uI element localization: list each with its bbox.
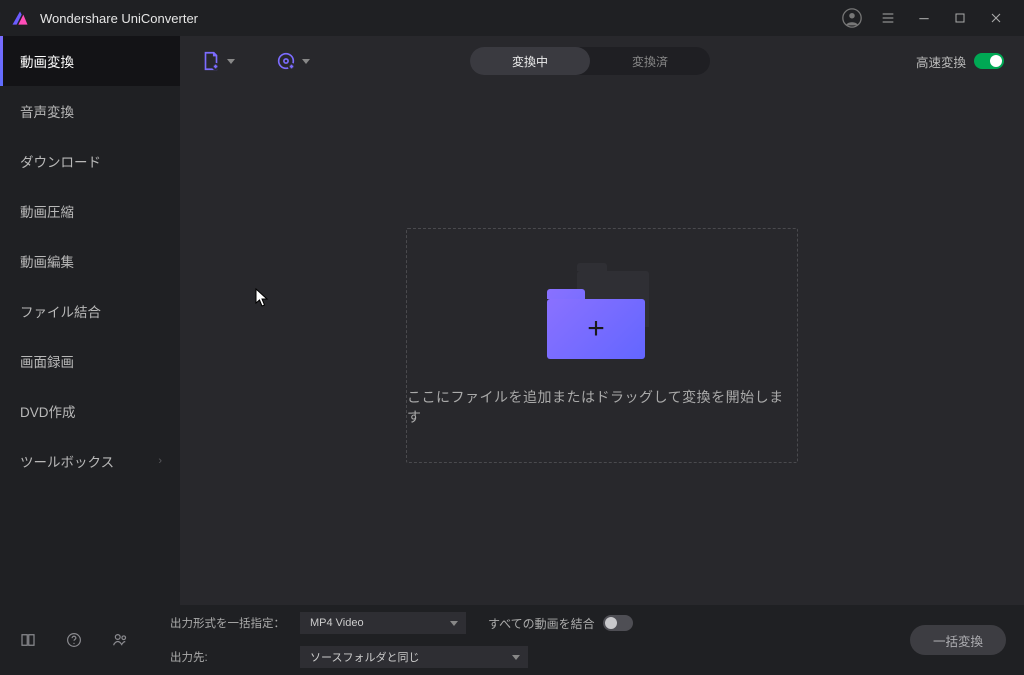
sidebar-item-label: 画面録画 <box>20 351 74 371</box>
chevron-right-icon: › <box>158 455 162 467</box>
sidebar-item-video-edit[interactable]: 動画編集 <box>0 236 180 286</box>
sidebar-item-label: 動画変換 <box>20 51 74 71</box>
sidebar-item-record[interactable]: 画面録画 <box>0 336 180 386</box>
share-icon[interactable] <box>110 630 130 650</box>
drop-instruction: ここにファイルを追加またはドラッグして変換を開始します <box>407 387 797 427</box>
sidebar-item-label: 動画編集 <box>20 251 74 271</box>
sidebar-item-label: 音声変換 <box>20 101 74 121</box>
output-format-label: 出力形式を一括指定： <box>170 615 300 631</box>
output-dest-label: 出力先: <box>170 649 300 665</box>
convert-all-button[interactable]: 一括変換 <box>910 625 1006 655</box>
sidebar-item-compress[interactable]: 動画圧縮 <box>0 186 180 236</box>
sidebar-item-audio-convert[interactable]: 音声変換 <box>0 86 180 136</box>
sidebar-item-merge[interactable]: ファイル結合 <box>0 286 180 336</box>
maximize-icon[interactable] <box>942 0 978 36</box>
app-title: Wondershare UniConverter <box>40 11 198 26</box>
title-bar: Wondershare UniConverter <box>0 0 1024 36</box>
chevron-down-icon <box>302 59 310 64</box>
menu-icon[interactable] <box>870 0 906 36</box>
add-file-button[interactable] <box>200 50 235 72</box>
status-segment: 変換中 変換済 <box>470 47 710 75</box>
chevron-down-icon <box>512 655 520 660</box>
merge-all-label: すべての動画を結合 <box>488 615 595 632</box>
sidebar: 動画変換 音声変換 ダウンロード 動画圧縮 動画編集 ファイル結合 画面録画 D… <box>0 36 180 605</box>
chevron-down-icon <box>227 59 235 64</box>
chevron-down-icon <box>450 621 458 626</box>
bottom-bar: 出力形式を一括指定： MP4 Video すべての動画を結合 出力先: ソースフ… <box>0 605 1024 675</box>
app-logo-icon <box>10 8 30 28</box>
account-icon[interactable] <box>834 0 870 36</box>
folder-add-icon: + <box>547 271 657 359</box>
merge-all-toggle[interactable] <box>603 615 633 631</box>
output-format-select[interactable]: MP4 Video <box>300 612 466 634</box>
segment-converting[interactable]: 変換中 <box>470 47 590 75</box>
guide-icon[interactable] <box>18 630 38 650</box>
toolbar: 変換中 変換済 高速変換 <box>180 36 1024 86</box>
sidebar-item-label: ファイル結合 <box>20 301 101 321</box>
sidebar-item-label: 動画圧縮 <box>20 201 74 221</box>
high-speed-toggle[interactable] <box>974 53 1004 69</box>
minimize-icon[interactable] <box>906 0 942 36</box>
sidebar-item-label: ダウンロード <box>20 151 101 171</box>
output-dest-select[interactable]: ソースフォルダと同じ <box>300 646 528 668</box>
close-icon[interactable] <box>978 0 1014 36</box>
sidebar-item-download[interactable]: ダウンロード <box>0 136 180 186</box>
segment-converted[interactable]: 変換済 <box>590 47 710 75</box>
add-disc-button[interactable] <box>275 50 310 72</box>
drop-zone[interactable]: + ここにファイルを追加またはドラッグして変換を開始します <box>406 228 798 463</box>
sidebar-item-label: ツールボックス <box>20 451 114 471</box>
sidebar-item-toolbox[interactable]: ツールボックス › <box>0 436 180 486</box>
help-icon[interactable] <box>64 630 84 650</box>
sidebar-item-label: DVD作成 <box>20 401 76 421</box>
sidebar-item-video-convert[interactable]: 動画変換 <box>0 36 180 86</box>
sidebar-item-dvd[interactable]: DVD作成 <box>0 386 180 436</box>
high-speed-label: 高速変換 <box>916 52 966 71</box>
